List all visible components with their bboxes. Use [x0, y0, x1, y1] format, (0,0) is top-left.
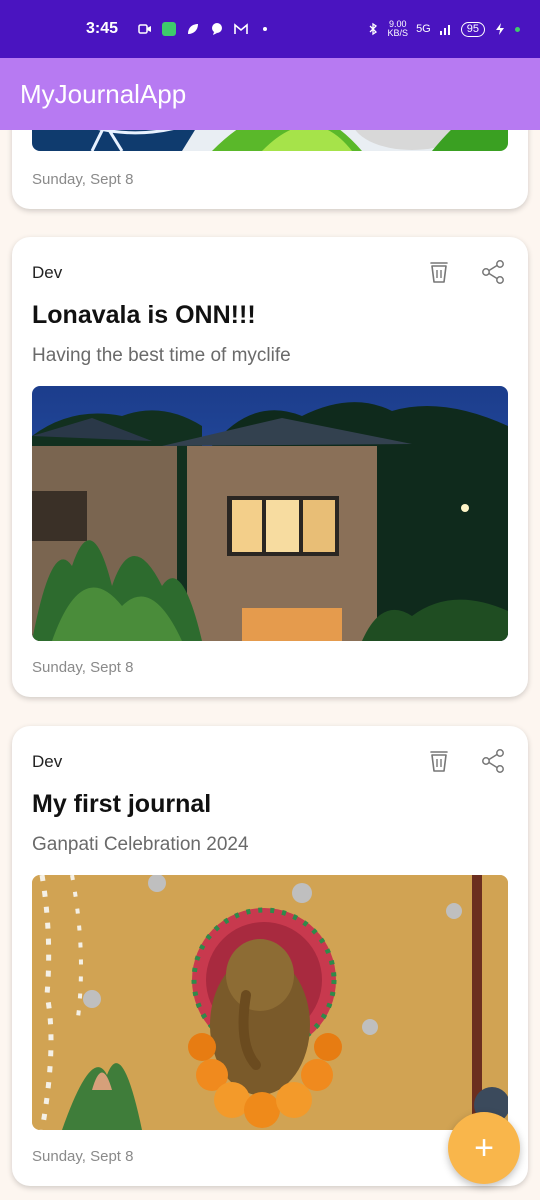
app-title: MyJournalApp	[20, 78, 187, 109]
journal-description: Ganpati Celebration 2024	[32, 834, 249, 855]
journal-card[interactable]: Dev My first journal Ganpati Celebration…	[12, 726, 528, 1186]
battery-level: 95	[460, 21, 485, 37]
more-dot-icon	[263, 27, 268, 31]
journal-photo	[32, 875, 508, 1130]
ganpati-idol-photo	[32, 875, 508, 1130]
status-bar: 3:45 9.00 KB/S 5G 95	[0, 0, 540, 58]
card-actions	[426, 259, 506, 285]
network-speed: 9.00 KB/S	[388, 20, 409, 38]
signal-icon	[439, 25, 450, 35]
abstract-photo	[32, 130, 508, 151]
journal-date: Sunday, Sept 8	[32, 659, 134, 676]
share-icon[interactable]	[480, 748, 506, 774]
notification-icons	[138, 22, 272, 36]
delete-icon[interactable]	[426, 748, 452, 774]
journal-description: Having the best time of myclife	[32, 345, 291, 366]
status-dot-icon	[515, 26, 520, 32]
share-icon[interactable]	[480, 259, 506, 285]
journal-photo	[32, 386, 508, 641]
video-icon	[138, 24, 152, 34]
journal-title: My first journal	[32, 790, 212, 818]
status-time: 3:45	[86, 20, 119, 37]
leaf-icon	[188, 24, 199, 34]
journal-date: Sunday, Sept 8	[32, 171, 134, 188]
add-journal-button[interactable]: +	[448, 1112, 520, 1184]
chat-icon	[212, 23, 223, 35]
app-bar: MyJournalApp	[0, 58, 540, 130]
network-speed-unit: KB/S	[387, 28, 409, 38]
delete-icon[interactable]	[426, 259, 452, 285]
journal-card[interactable]: Dev Lonavala is ONN!!! Having the best t…	[12, 237, 528, 697]
journal-feed[interactable]: Sunday, Sept 8 Dev Lonavala is ONN!!! Ha…	[0, 130, 540, 1200]
journal-title: Lonavala is ONN!!!	[32, 301, 256, 329]
mail-icon	[234, 23, 248, 34]
journal-card[interactable]: Sunday, Sept 8	[12, 130, 528, 209]
villa-night-photo	[32, 386, 508, 641]
app-notification-icon	[162, 22, 177, 36]
journal-author: Dev	[32, 263, 63, 282]
status-right: 9.00 KB/S 5G 95	[366, 20, 520, 38]
journal-author: Dev	[32, 752, 63, 771]
journal-photo	[32, 130, 508, 151]
card-actions	[426, 748, 506, 774]
journal-date: Sunday, Sept 8	[32, 1148, 134, 1165]
network-type: 5G	[416, 23, 431, 35]
charging-icon	[496, 23, 504, 35]
bluetooth-icon	[369, 22, 377, 36]
